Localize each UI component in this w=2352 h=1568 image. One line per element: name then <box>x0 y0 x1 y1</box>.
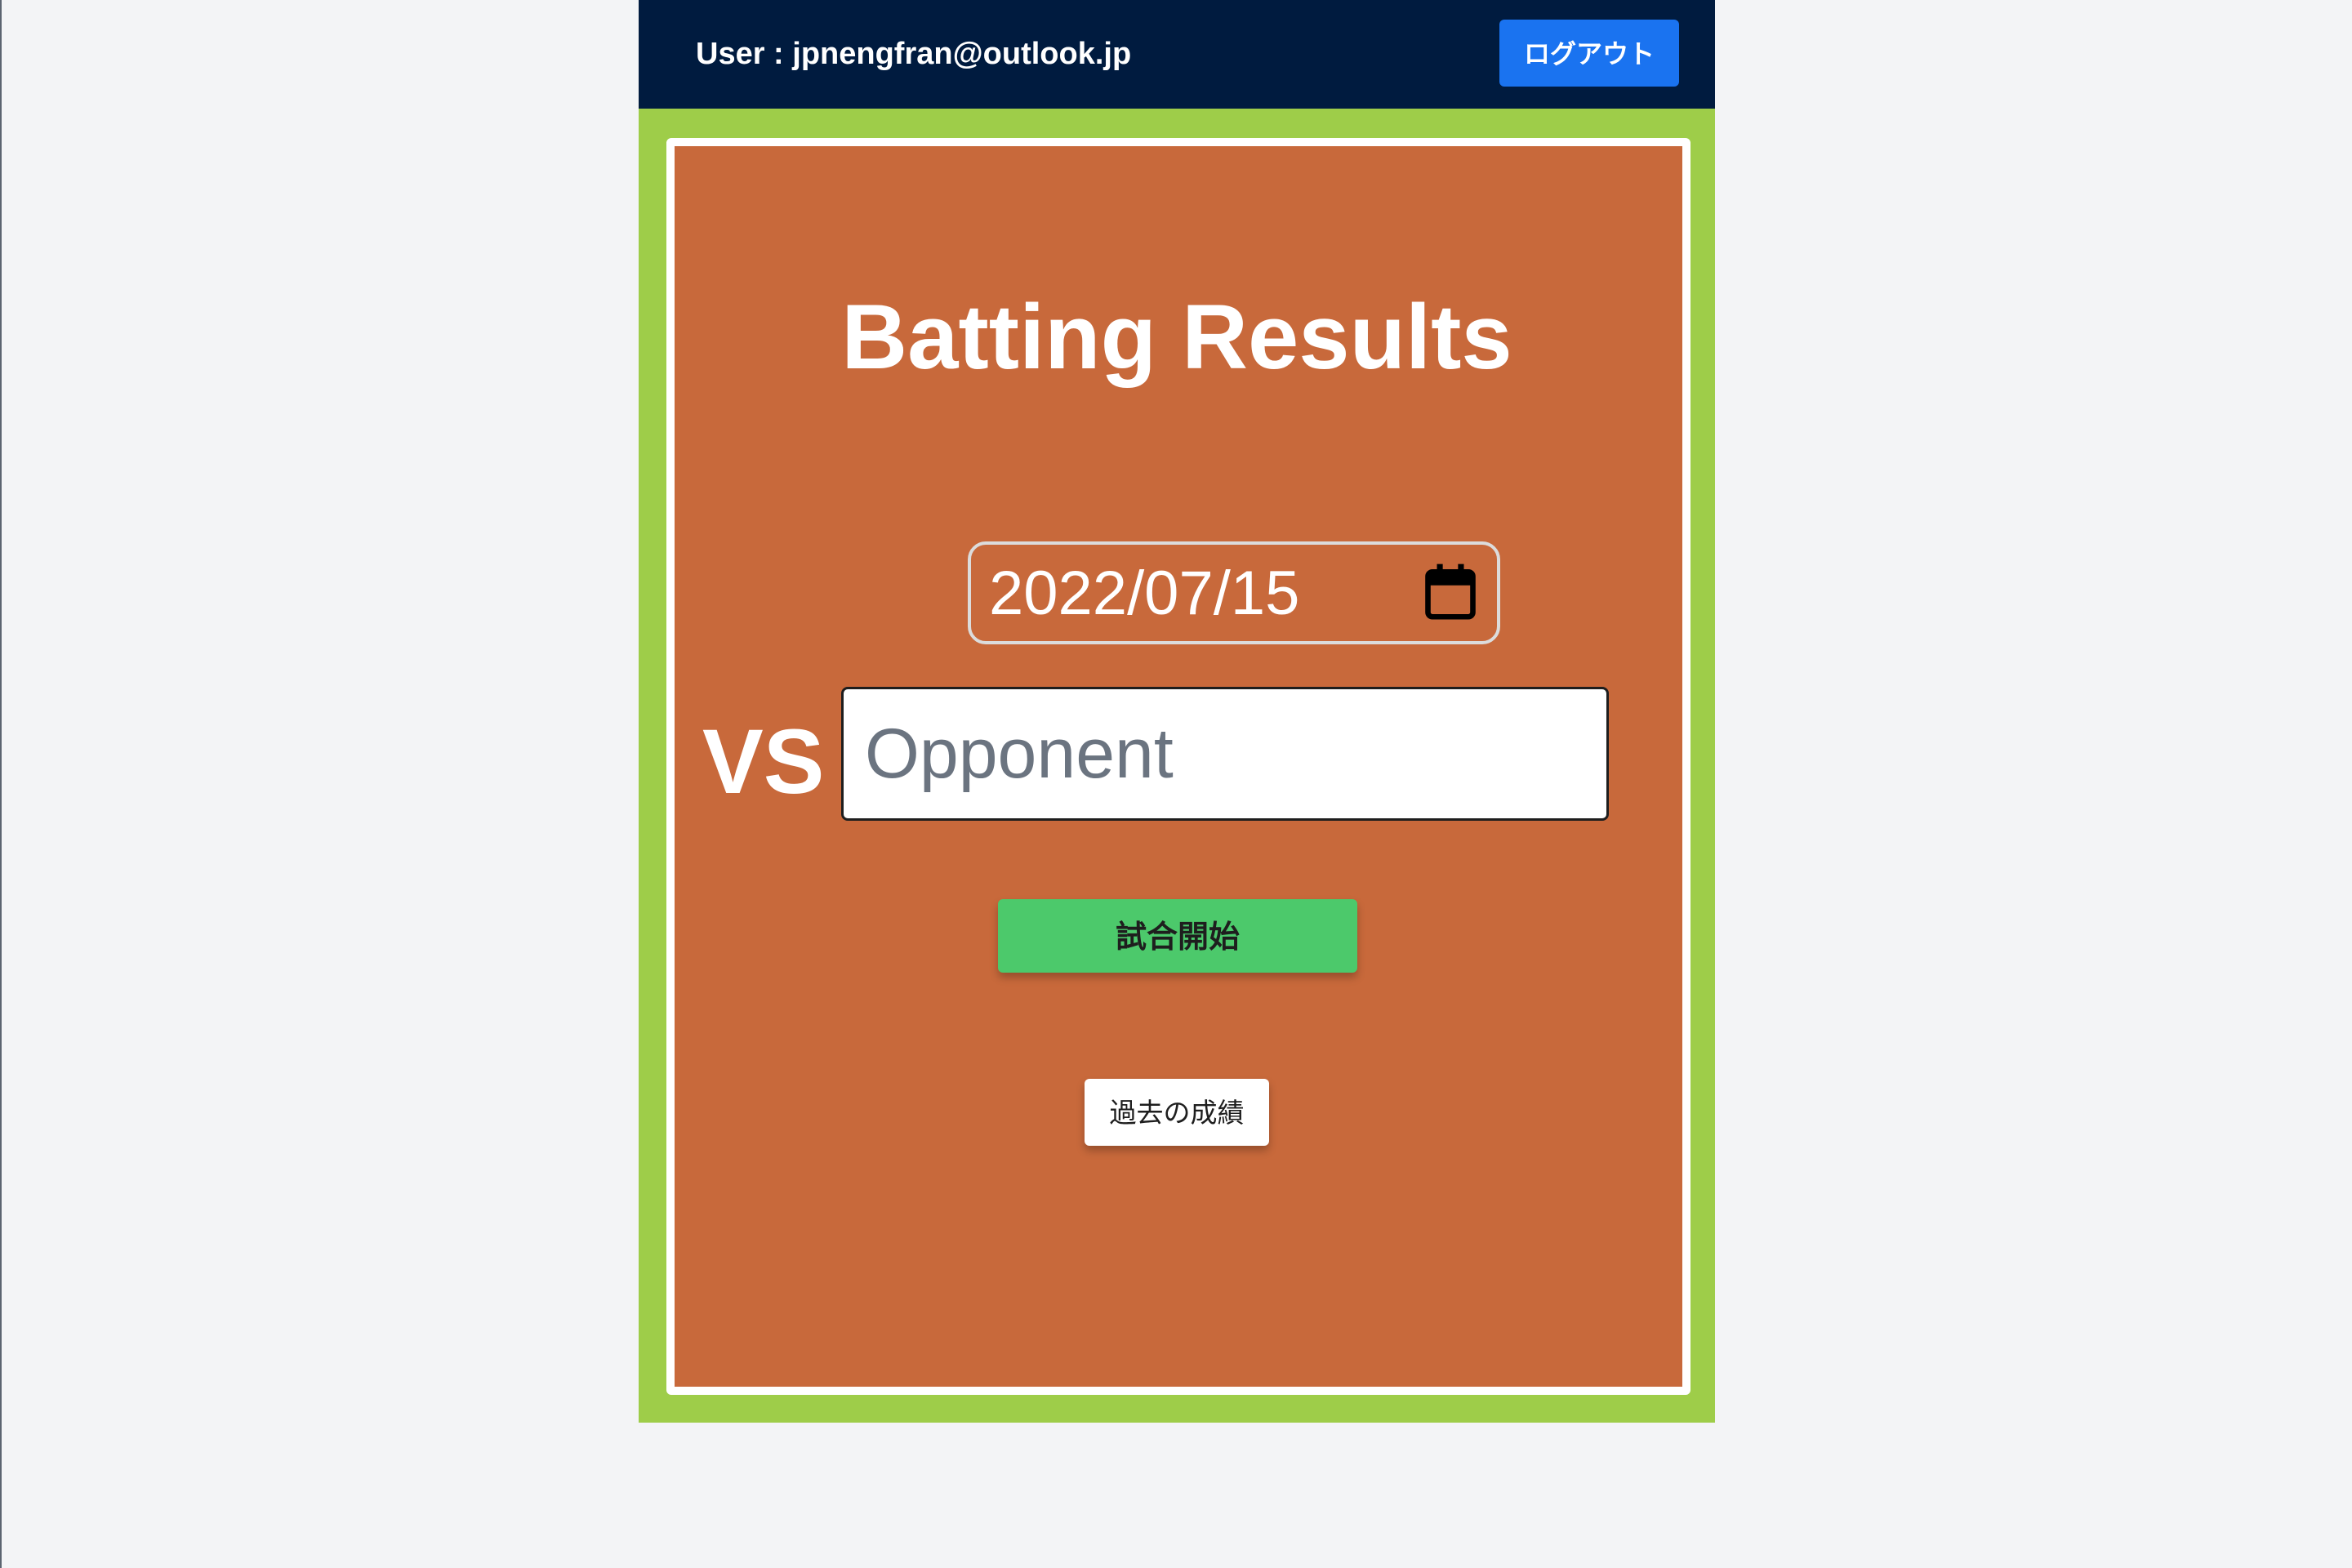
game-date-value: 2022/07/15 <box>989 559 1300 628</box>
vs-label: VS <box>702 710 825 813</box>
page-edge <box>0 0 2 1568</box>
start-game-button[interactable]: 試合開始 <box>998 899 1357 973</box>
game-date-field[interactable]: 2022/07/15 <box>968 541 1500 644</box>
page-title: Batting Results <box>841 286 1512 388</box>
logout-button[interactable]: ログアウト <box>1499 20 1679 87</box>
top-header: User : jpnengfran@outlook.jp ログアウト <box>639 0 1715 109</box>
calendar-icon[interactable] <box>1423 563 1477 621</box>
opponent-input[interactable] <box>841 687 1609 821</box>
user-label: User : jpnengfran@outlook.jp <box>696 37 1132 71</box>
past-results-button[interactable]: 過去の成績 <box>1085 1079 1269 1146</box>
app-container: User : jpnengfran@outlook.jp ログアウト Batti… <box>639 0 1715 1423</box>
field-frame: Batting Results 2022/07/15 VS 試合開始 過去の成績 <box>639 109 1715 1423</box>
